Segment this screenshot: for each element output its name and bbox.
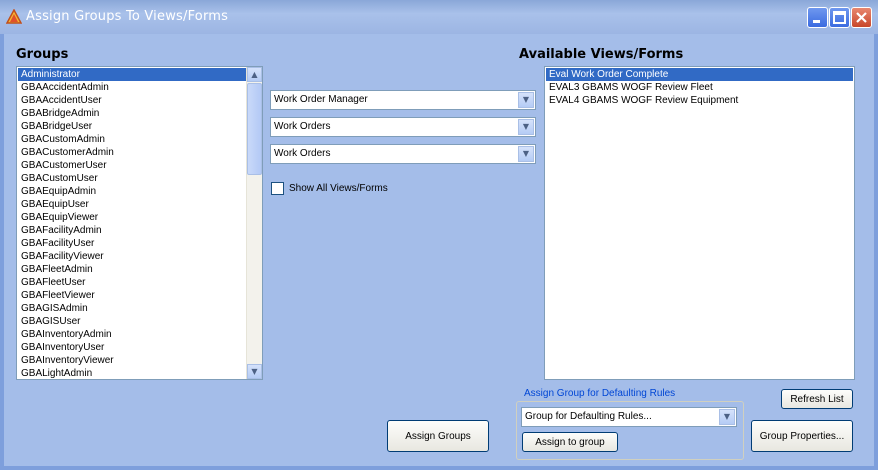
module-combo[interactable]: Work Order Manager ▼: [270, 90, 536, 110]
list-item[interactable]: GBAFleetViewer: [18, 289, 247, 302]
list-item[interactable]: GBAInventoryViewer: [18, 354, 247, 367]
list-item[interactable]: GBAAccidentUser: [18, 94, 247, 107]
views-heading: Available Views/Forms: [519, 47, 684, 62]
chevron-down-icon[interactable]: ▼: [518, 146, 534, 162]
list-item[interactable]: GBAGISAdmin: [18, 302, 247, 315]
chevron-down-icon[interactable]: ▼: [719, 409, 735, 425]
scroll-thumb[interactable]: [247, 83, 262, 175]
list-item[interactable]: GBALightAdmin: [18, 367, 247, 379]
groups-heading: Groups: [16, 47, 69, 62]
chevron-down-icon[interactable]: ▼: [518, 92, 534, 108]
group-properties-button[interactable]: Group Properties...: [751, 420, 853, 452]
list-item[interactable]: GBAFacilityUser: [18, 237, 247, 250]
list-item[interactable]: GBAEquipViewer: [18, 211, 247, 224]
list-item[interactable]: GBAFacilityViewer: [18, 250, 247, 263]
refresh-list-button[interactable]: Refresh List: [781, 389, 853, 409]
show-all-checkbox[interactable]: [271, 182, 284, 195]
maximize-button[interactable]: [829, 7, 850, 28]
list-item[interactable]: GBAGISUser: [18, 315, 247, 328]
title-bar[interactable]: Assign Groups To Views/Forms: [0, 0, 878, 34]
assign-to-group-button[interactable]: Assign to group: [522, 432, 618, 452]
list-item[interactable]: GBACustomerAdmin: [18, 146, 247, 159]
groups-scrollbar[interactable]: ▲ ▼: [246, 67, 262, 379]
scroll-down-button[interactable]: ▼: [247, 364, 262, 379]
list-item[interactable]: EVAL3 GBAMS WOGF Review Fleet: [546, 81, 853, 94]
groups-list: Administrator GBAAccidentAdmin GBAAccident…: [18, 68, 247, 379]
app-icon: [6, 9, 22, 24]
type-combo[interactable]: Work Orders ▼: [270, 144, 536, 164]
list-item[interactable]: GBAEquipUser: [18, 198, 247, 211]
module-combo-value: Work Order Manager: [274, 94, 368, 105]
category-combo-value: Work Orders: [274, 121, 331, 132]
list-item[interactable]: GBAAccidentAdmin: [18, 81, 247, 94]
list-item[interactable]: GBABridgeUser: [18, 120, 247, 133]
list-item[interactable]: GBACustomerUser: [18, 159, 247, 172]
list-item[interactable]: GBACustomAdmin: [18, 133, 247, 146]
assign-groups-button[interactable]: Assign Groups: [387, 420, 489, 452]
list-item[interactable]: GBABridgeAdmin: [18, 107, 247, 120]
type-combo-value: Work Orders: [274, 148, 331, 159]
window-title: Assign Groups To Views/Forms: [26, 9, 229, 24]
close-button[interactable]: [851, 7, 872, 28]
list-item[interactable]: GBACustomUser: [18, 172, 247, 185]
defaulting-groupbox-label: Assign Group for Defaulting Rules: [522, 388, 678, 399]
list-item[interactable]: GBAFleetUser: [18, 276, 247, 289]
list-item[interactable]: EVAL4 GBAMS WOGF Review Equipment: [546, 94, 853, 107]
show-all-label[interactable]: Show All Views/Forms: [289, 183, 388, 194]
list-item[interactable]: GBAInventoryAdmin: [18, 328, 247, 341]
views-list: Eval Work Order Complete EVAL3 GBAMS WOGF…: [546, 68, 853, 107]
list-item[interactable]: GBAEquipAdmin: [18, 185, 247, 198]
close-icon: [856, 12, 867, 23]
defaulting-combo-value: Group for Defaulting Rules...: [525, 411, 652, 422]
assign-groups-window: Assign Groups To Views/Forms Groups Admi…: [0, 0, 878, 470]
chevron-down-icon[interactable]: ▼: [518, 119, 534, 135]
list-item[interactable]: GBAFacilityAdmin: [18, 224, 247, 237]
maximize-icon: [833, 11, 846, 24]
minimize-button[interactable]: [807, 7, 828, 28]
list-item[interactable]: Eval Work Order Complete: [546, 68, 853, 81]
groups-listbox[interactable]: Administrator GBAAccidentAdmin GBAAccident…: [16, 66, 263, 380]
list-item[interactable]: GBAFleetAdmin: [18, 263, 247, 276]
category-combo[interactable]: Work Orders ▼: [270, 117, 536, 137]
scroll-up-button[interactable]: ▲: [247, 67, 262, 82]
window-frame-bottom: [0, 466, 878, 470]
defaulting-group-combo[interactable]: Group for Defaulting Rules... ▼: [521, 407, 737, 427]
window-frame-right: [874, 34, 878, 470]
client-area: Groups Administrator GBAAccidentAdmin GBAA…: [4, 34, 874, 466]
minimize-icon: [813, 20, 820, 23]
views-listbox[interactable]: Eval Work Order Complete EVAL3 GBAMS WOGF…: [544, 66, 855, 380]
list-item[interactable]: GBAInventoryUser: [18, 341, 247, 354]
list-item[interactable]: Administrator: [18, 68, 247, 81]
